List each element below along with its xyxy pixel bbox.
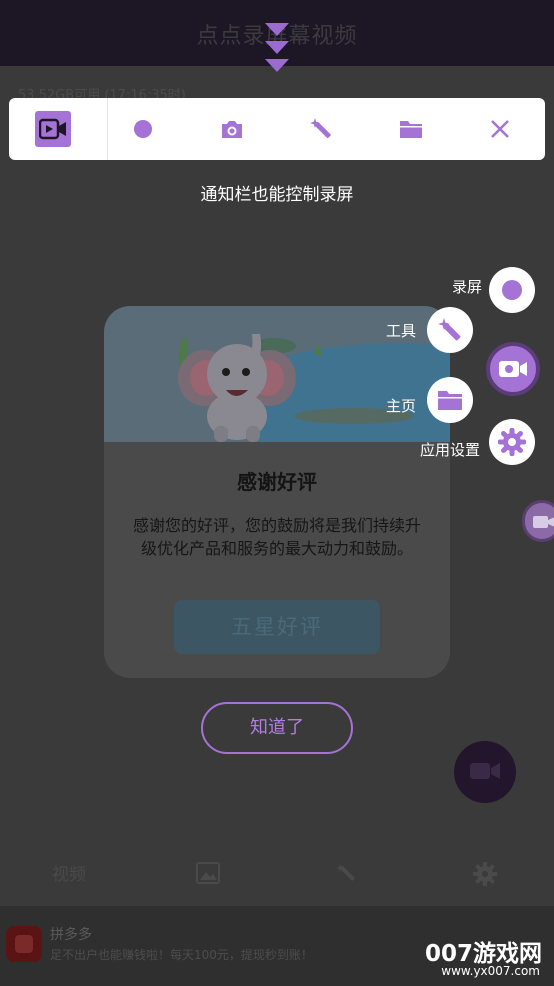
chevron-down-icon: [265, 23, 289, 72]
magic-wand-icon: [438, 318, 461, 341]
toolbar-divider: [107, 98, 108, 160]
five-star-rating-button[interactable]: 五星好评: [174, 600, 380, 654]
float-home-button[interactable]: [427, 377, 473, 423]
tab-settings[interactable]: [473, 862, 497, 891]
toolbar-record-button[interactable]: [125, 111, 161, 147]
tab-image[interactable]: [196, 862, 220, 889]
toolbar-screenshot-button[interactable]: [214, 111, 250, 147]
toolbar-close-button[interactable]: [482, 111, 518, 147]
record-fab[interactable]: [454, 741, 516, 803]
float-tools-label: 工具: [386, 322, 417, 340]
magic-wand-icon: [310, 118, 331, 139]
folder-icon: [438, 391, 462, 410]
tab-tools[interactable]: [336, 862, 360, 891]
float-tools-button[interactable]: [427, 307, 473, 353]
toolbar-video-button[interactable]: [35, 111, 71, 147]
watermark-url: www.yx007.com: [441, 964, 540, 978]
float-record-label: 录屏: [452, 278, 483, 296]
video-camera-icon: [470, 763, 500, 779]
video-camera-icon: [533, 516, 554, 528]
rating-dialog: 感谢好评 感谢您的好评，您的鼓励将是我们持续升级优化产品和服务的最大动力和鼓励。…: [104, 306, 450, 678]
float-settings-label: 应用设置: [420, 441, 481, 459]
video-camera-icon: [499, 361, 527, 377]
gear-icon: [498, 428, 526, 456]
gear-icon: [473, 862, 497, 886]
floating-ball-edge-tab[interactable]: [522, 500, 554, 542]
float-settings-button[interactable]: [489, 419, 535, 465]
got-it-button[interactable]: 知道了: [201, 702, 353, 754]
close-icon: [491, 120, 509, 138]
float-record-button[interactable]: [489, 267, 535, 313]
video-camera-icon: [39, 118, 66, 140]
dialog-message: 感谢您的好评，您的鼓励将是我们持续升级优化产品和服务的最大动力和鼓励。: [132, 516, 421, 558]
notification-toolbar: [9, 98, 545, 160]
toolbar-tools-button[interactable]: [303, 111, 339, 147]
dialog-title: 感谢好评: [237, 470, 317, 494]
float-home-label: 主页: [386, 397, 417, 415]
pinduoduo-logo: [6, 926, 42, 962]
guide-hint: 通知栏也能控制录屏: [200, 185, 354, 205]
record-dot-icon: [502, 280, 522, 300]
camera-icon: [222, 121, 242, 138]
record-dot-icon: [134, 120, 152, 138]
magic-wand-icon: [336, 864, 355, 881]
watermark-title: 007游戏网: [424, 941, 542, 967]
image-icon: [196, 862, 220, 884]
site-watermark: 007游戏网 www.yx007.com: [420, 934, 548, 984]
ad-name: 拼多多: [50, 927, 92, 943]
tab-video[interactable]: 视频: [52, 860, 86, 885]
bottom-tabbar: 视频: [0, 840, 554, 904]
toolbar-folder-button[interactable]: [393, 111, 429, 147]
ad-description: 足不出户也能赚钱啦！每天100元，提现秒到账！: [50, 948, 313, 962]
folder-icon: [400, 121, 422, 138]
floating-ball-button[interactable]: [486, 342, 540, 396]
